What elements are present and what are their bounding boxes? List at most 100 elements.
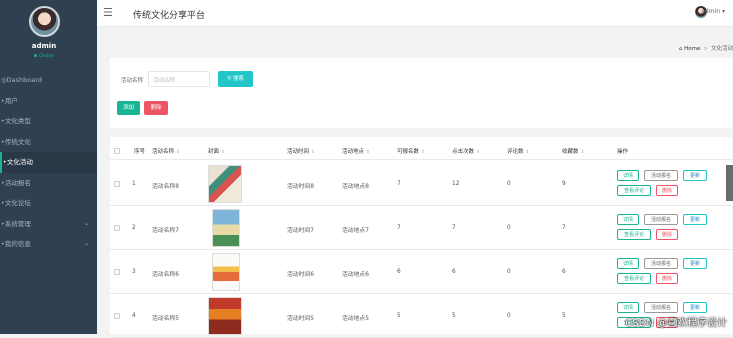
cell-clicks: 6: [452, 269, 456, 275]
sidebar-item-label: 活动报名: [4, 178, 31, 187]
cell-favs: 7: [562, 225, 566, 231]
col-header-favs[interactable]: 收藏数 ⇕: [562, 147, 584, 155]
sidebar-item-label: 文化论坛: [4, 199, 31, 207]
sidebar-item-label: 我的信息: [4, 240, 31, 248]
edit-button[interactable]: 更新: [683, 258, 707, 269]
cell-place: 活动地点6: [342, 272, 369, 278]
signup-button[interactable]: 活动报名: [644, 302, 678, 313]
cell-favs: 5: [562, 313, 566, 319]
col-header-place[interactable]: 活动地点 ⇕: [342, 147, 370, 155]
cell-name: 活动名称6: [152, 272, 179, 278]
breadcrumb-current: 文化活动: [710, 46, 733, 52]
cell-comments: 0: [507, 269, 511, 275]
signup-button[interactable]: 活动报名: [644, 214, 678, 225]
cell-time: 活动时间8: [287, 184, 314, 190]
cell-time: 活动时间7: [287, 228, 314, 234]
sort-icon: ⇕: [176, 150, 180, 155]
data-table: 序号 活动名称 ⇕ 封面 ⇕ 活动时间 ⇕ 活动地点 ⇕ 可报名数 ⇕ 点击次数 ⇕ 评论数…: [110, 137, 732, 338]
col-header-no: 序号: [134, 147, 145, 155]
row-checkbox[interactable]: [114, 181, 120, 187]
detail-button[interactable]: 详情: [617, 258, 639, 269]
search-icon: ⚲: [227, 76, 232, 82]
user-avatar[interactable]: [29, 6, 60, 37]
sort-icon: ⇕: [221, 150, 225, 155]
sidebar-item-my-info[interactable]: ‣我的信息 ⌄: [0, 234, 97, 255]
row-checkbox[interactable]: [114, 269, 120, 275]
sidebar-item-system[interactable]: ‣系统管理 ⌄: [0, 214, 97, 235]
header-user-name: admin: [701, 8, 721, 15]
row-checkbox[interactable]: [114, 313, 120, 319]
search-panel: 活动名称 活动名称 ⚲ 搜索 添加 删除: [110, 58, 732, 128]
col-header-comments[interactable]: 评论数 ⇕: [507, 147, 529, 155]
cell-favs: 6: [562, 269, 566, 275]
cell-no: 3: [132, 269, 136, 275]
cell-clicks: 12: [452, 181, 460, 187]
signup-button[interactable]: 活动报名: [644, 258, 678, 269]
sidebar-item-culture-type[interactable]: ‣文化类型: [0, 111, 97, 132]
detail-button[interactable]: 详情: [617, 214, 639, 225]
sort-icon: ⇕: [311, 150, 315, 155]
cell-quota: 6: [397, 269, 401, 275]
menu-toggle-icon[interactable]: ☰: [103, 6, 113, 19]
edit-button[interactable]: 更新: [683, 302, 707, 313]
col-header-name[interactable]: 活动名称 ⇕: [152, 147, 180, 155]
scrollbar-thumb[interactable]: [726, 165, 733, 201]
add-button[interactable]: 添加: [117, 101, 140, 115]
delete-button[interactable]: 删除: [656, 273, 678, 284]
col-header-cover[interactable]: 封面 ⇕: [208, 147, 225, 155]
sidebar-item-traditional-culture[interactable]: ‣传统文化: [0, 132, 97, 153]
header-user-menu[interactable]: admin ▾: [701, 8, 725, 15]
sidebar-item-label: 传统文化: [4, 137, 31, 146]
batch-delete-button[interactable]: 删除: [144, 101, 168, 115]
sidebar-item-culture-activity[interactable]: ‣文化活动: [0, 152, 97, 173]
cell-name: 活动名称8: [152, 184, 179, 190]
sort-icon: ⇕: [421, 150, 425, 155]
cell-name: 活动名称7: [152, 228, 179, 234]
select-all-checkbox[interactable]: [114, 148, 120, 154]
edit-button[interactable]: 更新: [683, 214, 707, 225]
signup-button[interactable]: 活动报名: [644, 170, 678, 181]
cell-no: 2: [132, 225, 136, 231]
col-header-label: 封面: [208, 149, 220, 155]
col-header-quota[interactable]: 可报名数 ⇕: [397, 147, 425, 155]
cell-time: 活动时间6: [287, 272, 314, 278]
col-header-label: 序号: [134, 149, 146, 155]
chevron-down-icon: ⌄: [83, 219, 89, 227]
view-comments-button[interactable]: 查看评论: [617, 185, 651, 196]
breadcrumb-home[interactable]: Home: [684, 46, 700, 52]
cell-place: 活动地点7: [342, 228, 369, 234]
col-header-actions: 操作: [617, 147, 628, 155]
view-comments-button[interactable]: 查看评论: [617, 229, 651, 240]
detail-button[interactable]: 详情: [617, 170, 639, 181]
delete-button[interactable]: 删除: [656, 229, 678, 240]
col-header-label: 评论数: [507, 149, 524, 155]
sidebar-user-name: admin: [31, 42, 57, 50]
view-comments-button[interactable]: 查看评论: [617, 273, 651, 284]
col-header-label: 收藏数: [562, 149, 579, 155]
sidebar-menu: ◎Dashboard ‣用户 ‣文化类型 ‣传统文化 ‣文化活动 ‣活动报名 ‣…: [0, 70, 97, 255]
cell-place: 活动地点8: [342, 184, 369, 190]
cell-comments: 0: [507, 225, 511, 231]
breadcrumb: ⌂ Home > 文化活动: [679, 44, 733, 52]
table-row: 3 活动名称6 活动时间6 活动地点6 6 6 0 6 详情 活动报名 更新 查…: [110, 250, 732, 294]
edit-button[interactable]: 更新: [683, 170, 707, 181]
delete-button[interactable]: 删除: [656, 185, 678, 196]
cell-no: 1: [132, 181, 136, 187]
detail-button[interactable]: 详情: [617, 302, 639, 313]
sidebar-item-users[interactable]: ‣用户: [0, 91, 97, 112]
sidebar-item-label: 文化活动: [6, 158, 33, 166]
sidebar-item-dashboard[interactable]: ◎Dashboard: [0, 70, 97, 91]
search-input[interactable]: 活动名称: [148, 71, 210, 87]
sidebar-item-culture-forum[interactable]: ‣文化论坛: [0, 193, 97, 214]
col-header-clicks[interactable]: 点击次数 ⇕: [452, 147, 480, 155]
activity-cover-image: [208, 165, 242, 203]
col-header-time[interactable]: 活动时间 ⇕: [287, 147, 315, 155]
row-checkbox[interactable]: [114, 225, 120, 231]
sidebar: admin Online ◎Dashboard ‣用户 ‣文化类型 ‣传统文化 …: [0, 0, 97, 334]
sidebar-item-activity-signup[interactable]: ‣活动报名: [0, 173, 97, 194]
cell-clicks: 7: [452, 225, 456, 231]
cell-quota: 7: [397, 225, 401, 231]
table-header: 序号 活动名称 ⇕ 封面 ⇕ 活动时间 ⇕ 活动地点 ⇕ 可报名数 ⇕ 点击次数 ⇕ 评论数…: [110, 142, 732, 160]
chevron-down-icon: ⌄: [83, 240, 89, 247]
search-button[interactable]: ⚲ 搜索: [218, 71, 253, 87]
